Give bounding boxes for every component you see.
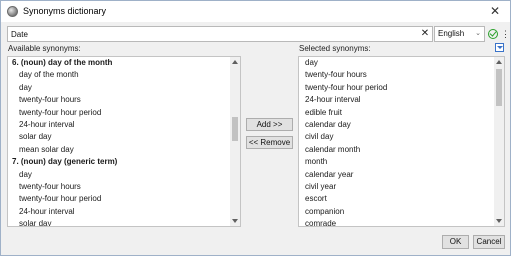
list-item[interactable]: day — [299, 57, 494, 69]
chevron-down-icon: ⌄ — [475, 30, 481, 37]
scroll-thumb[interactable] — [496, 69, 502, 106]
scroll-up-icon[interactable] — [232, 60, 238, 64]
synset-header[interactable]: 6. (noun) day of the month — [8, 57, 230, 69]
list-item[interactable]: 24-hour interval — [8, 206, 230, 218]
available-scrollbar[interactable] — [230, 57, 240, 226]
list-item[interactable]: twenty-four hours — [299, 69, 494, 81]
list-item[interactable]: 24-hour interval — [299, 94, 494, 106]
list-item[interactable]: day — [8, 169, 230, 181]
list-item[interactable]: calendar day — [299, 119, 494, 131]
clear-icon[interactable]: ✕ — [419, 26, 431, 42]
list-item[interactable]: companion — [299, 206, 494, 218]
list-item[interactable]: twenty-four hours — [8, 181, 230, 193]
list-item[interactable]: edible fruit — [299, 107, 494, 119]
list-item[interactable]: twenty-four hour period — [8, 107, 230, 119]
scroll-down-icon[interactable] — [496, 219, 502, 223]
available-items: 6. (noun) day of the month day of the mon… — [8, 57, 230, 226]
list-item[interactable]: twenty-four hour period — [299, 82, 494, 94]
language-value: English — [438, 29, 465, 38]
scroll-thumb[interactable] — [232, 117, 238, 141]
add-button[interactable]: Add >> — [246, 118, 293, 131]
ok-button[interactable]: OK — [442, 235, 469, 249]
list-item[interactable]: calendar year — [299, 169, 494, 181]
remove-button[interactable]: << Remove — [246, 136, 293, 149]
list-item[interactable]: solar day — [8, 131, 230, 143]
list-item[interactable]: mean solar day — [8, 144, 230, 156]
search-row: ✕ English ⌄ ⋮ — [7, 26, 510, 42]
list-item[interactable]: comrade — [299, 218, 494, 226]
list-item[interactable]: escort — [299, 193, 494, 205]
language-select[interactable]: English ⌄ — [434, 26, 485, 42]
app-icon — [7, 6, 18, 17]
cancel-button[interactable]: Cancel — [473, 235, 505, 249]
synset-header[interactable]: 7. (noun) day (generic term) — [8, 156, 230, 168]
selected-items: day twenty-four hours twenty-four hour per… — [299, 57, 494, 226]
list-item[interactable]: twenty-four hours — [8, 94, 230, 106]
more-options-icon[interactable]: ⋮ — [501, 26, 510, 42]
available-synonyms-label: Available synonyms: — [8, 44, 81, 53]
selected-synonyms-list[interactable]: day twenty-four hours twenty-four hour per… — [298, 56, 505, 227]
available-synonyms-list[interactable]: 6. (noun) day of the month day of the mon… — [7, 56, 241, 227]
scroll-up-icon[interactable] — [496, 60, 502, 64]
search-input[interactable] — [7, 26, 433, 42]
list-item[interactable]: day of the month — [8, 69, 230, 81]
list-item[interactable]: civil year — [299, 181, 494, 193]
synonyms-dialog: Synonyms dictionary ✕ ✕ English ⌄ ⋮ Avai… — [0, 0, 511, 256]
selected-synonyms-label: Selected synonyms: — [299, 44, 371, 53]
list-item[interactable]: solar day — [8, 218, 230, 226]
title-bar: Synonyms dictionary ✕ — [1, 1, 510, 22]
list-item[interactable]: calendar month — [299, 144, 494, 156]
selected-menu-icon[interactable] — [495, 43, 504, 52]
close-icon[interactable]: ✕ — [484, 2, 506, 21]
list-item[interactable]: 24-hour interval — [8, 119, 230, 131]
scroll-down-icon[interactable] — [232, 219, 238, 223]
list-item[interactable]: day — [8, 82, 230, 94]
list-item[interactable]: civil day — [299, 131, 494, 143]
list-item[interactable]: month — [299, 156, 494, 168]
selected-scrollbar[interactable] — [494, 57, 504, 226]
check-circle-icon — [488, 29, 498, 39]
window-title: Synonyms dictionary — [23, 6, 107, 16]
list-item[interactable]: twenty-four hour period — [8, 193, 230, 205]
